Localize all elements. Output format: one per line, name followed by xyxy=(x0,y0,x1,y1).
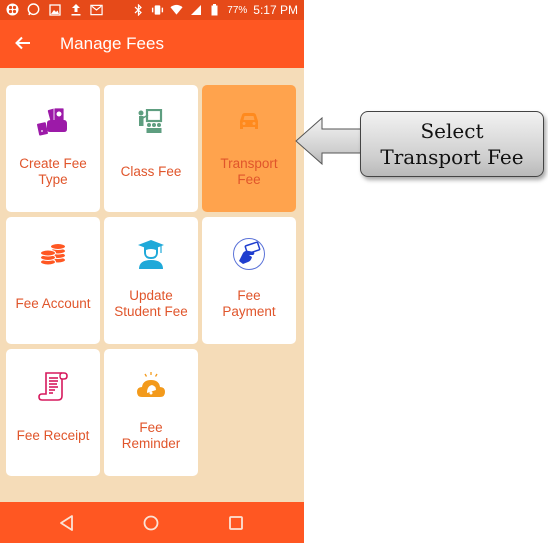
tile-label: Fee Reminder xyxy=(121,420,181,451)
callout-line-1: Select xyxy=(420,119,484,143)
back-button[interactable] xyxy=(12,32,34,54)
wifi-icon xyxy=(170,4,183,17)
signal-icon xyxy=(189,4,202,17)
classroom-icon xyxy=(104,105,198,139)
tile-label: Fee Payment xyxy=(222,288,276,319)
tile-transport-fee[interactable]: Transport Fee xyxy=(202,85,296,212)
whatsapp-icon xyxy=(27,3,40,16)
tile-label: Class Fee xyxy=(120,164,182,179)
callout-arrow-icon xyxy=(295,116,365,166)
tile-label: Fee Account xyxy=(15,296,91,311)
arrow-left-icon xyxy=(15,36,30,50)
page-title: Manage Fees xyxy=(60,34,164,53)
tile-fee-reminder[interactable]: Fee Reminder xyxy=(104,349,198,476)
tile-label: Update Student Fee xyxy=(114,288,188,319)
system-nav-bar xyxy=(0,502,304,543)
cloud-bell-icon xyxy=(104,369,198,403)
car-icon xyxy=(202,105,296,139)
nav-back-button[interactable] xyxy=(56,512,78,534)
tile-label: Transport Fee xyxy=(220,156,278,187)
bluetooth-icon xyxy=(132,4,145,17)
nav-recents-button[interactable] xyxy=(225,512,247,534)
recents-square-icon xyxy=(229,516,243,530)
card-payment-icon xyxy=(202,237,296,271)
mail-icon xyxy=(90,3,103,16)
nav-home-button[interactable] xyxy=(140,512,162,534)
upload-icon xyxy=(69,3,82,16)
tile-label: Fee Receipt xyxy=(16,428,90,443)
callout-label: Select Transport Fee xyxy=(360,111,544,177)
battery-icon xyxy=(208,4,221,17)
tile-fee-payment[interactable]: Fee Payment xyxy=(202,217,296,344)
tile-create-fee-type[interactable]: Create Fee Type xyxy=(6,85,100,212)
tile-update-student-fee[interactable]: Update Student Fee xyxy=(104,217,198,344)
vibrate-icon xyxy=(151,4,164,17)
system-icons: 77% 5:17 PM xyxy=(132,3,298,17)
app-bar: Manage Fees xyxy=(0,20,304,68)
image-icon xyxy=(48,3,61,16)
home-circle-icon xyxy=(143,515,159,531)
tile-fee-account[interactable]: Fee Account xyxy=(6,217,100,344)
notification-icons xyxy=(6,3,103,16)
tile-fee-receipt[interactable]: Fee Receipt xyxy=(6,349,100,476)
cash-hand-icon xyxy=(6,105,100,139)
tile-label: Create Fee Type xyxy=(19,156,87,187)
graduate-icon xyxy=(104,237,198,271)
back-triangle-icon xyxy=(60,515,73,531)
clock: 5:17 PM xyxy=(253,3,298,17)
phone-screen: 77% 5:17 PM Manage Fees Create FeeType xyxy=(0,0,304,543)
coins-icon xyxy=(6,237,100,271)
receipt-scroll-icon xyxy=(6,369,100,403)
tile-class-fee[interactable]: Class Fee xyxy=(104,85,198,212)
callout-line-2: Transport Fee xyxy=(380,145,524,169)
app-notification-icon xyxy=(6,3,19,16)
battery-percent: 77% xyxy=(227,4,248,16)
status-bar: 77% 5:17 PM xyxy=(0,0,304,20)
